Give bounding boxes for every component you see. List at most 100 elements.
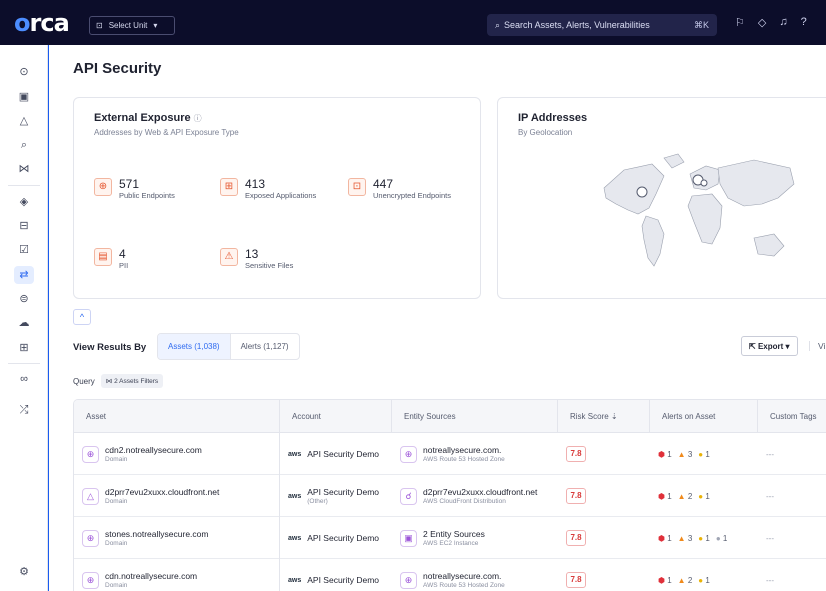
asset-type: Domain <box>105 582 128 589</box>
stat-pii[interactable]: ▤ 4 PII <box>94 248 128 270</box>
table-row[interactable]: ⊕ cdn2.notreallysecure.com Domain aws API… <box>74 433 826 475</box>
source-type: AWS CloudFront Distribution <box>423 498 506 505</box>
export-button[interactable]: ⇱ Export ▾ <box>741 336 798 356</box>
collapse-button[interactable]: ^ <box>73 309 91 325</box>
col-asset[interactable]: Asset <box>74 400 280 433</box>
select-unit-dropdown[interactable]: ⊡ Select Unit ▾ <box>89 16 175 35</box>
aws-icon: aws <box>288 576 302 584</box>
announce-icon[interactable]: ◇ <box>758 16 766 29</box>
account-name: API Security Demo <box>307 532 380 543</box>
external-exposure-card: External Exposure ⓘ Addresses by Web & A… <box>73 97 481 299</box>
source-name[interactable]: notreallysecure.com. <box>423 571 505 581</box>
medium-count: 1 <box>705 533 710 543</box>
stat-public-endpoints[interactable]: ⊕ 571 Public Endpoints <box>94 178 175 200</box>
asset-name[interactable]: cdn2.notreallysecure.com <box>105 445 202 455</box>
col-entity-sources[interactable]: Entity Sources <box>392 400 558 433</box>
unit-label: Select Unit <box>108 21 148 30</box>
sort-icon: ⇣ <box>610 412 618 421</box>
database-icon[interactable]: ⊜ <box>14 290 34 308</box>
cloudfront-icon: ☌ <box>400 487 417 505</box>
alerts-counts[interactable]: ⬢ 1 ▲ 3 ● 1 ● 1 <box>658 534 727 543</box>
source-name[interactable]: 2 Entity Sources <box>423 529 485 539</box>
grid-icon: ⊞ <box>220 178 238 196</box>
orca-logo[interactable]: orca <box>14 9 70 37</box>
shield-icon[interactable]: ◈ <box>14 193 34 211</box>
critical-alert-icon: ⬢ <box>658 533 665 543</box>
report-icon[interactable]: ⊞ <box>14 339 34 357</box>
view-button[interactable]: Vi <box>809 341 825 351</box>
stat-value: 13 <box>245 247 259 261</box>
asset-name[interactable]: stones.notreallysecure.com <box>105 529 208 539</box>
source-name[interactable]: d2prr7evu2xuxx.cloudfront.net <box>423 487 537 497</box>
account-name: API Security Demo <box>307 448 380 459</box>
link-icon[interactable]: ∞ <box>14 370 34 388</box>
main-content: API Security External Exposure ⓘ Address… <box>49 45 826 591</box>
bell-icon[interactable]: ♫ <box>779 16 787 29</box>
filter-icon: ⋈ <box>105 378 113 385</box>
tab-alerts[interactable]: Alerts (1,127) <box>231 334 299 359</box>
medium-count: 1 <box>705 491 710 501</box>
alert-icon[interactable]: △ <box>14 112 34 130</box>
flag-icon[interactable]: ⚐ <box>735 16 745 29</box>
world-map[interactable] <box>594 148 804 283</box>
top-bar: orca ⊡ Select Unit ▾ ⌕ Search Assets, Alert… <box>0 0 826 45</box>
account-name: API Security Demo <box>307 487 380 497</box>
stat-value: 571 <box>119 177 140 191</box>
high-count: 2 <box>687 491 693 501</box>
stat-label: PII <box>119 261 129 270</box>
view-tabs: Assets (1,038) Alerts (1,127) <box>157 333 300 360</box>
custom-tags-value: --- <box>766 449 774 459</box>
table-row[interactable]: ⊕ cdn.notreallysecure.com Domain aws API … <box>74 559 826 591</box>
stat-unencrypted-endpoints[interactable]: ⊡ 447 Unencrypted Endpoints <box>348 178 451 200</box>
globe-icon: ⊕ <box>400 571 417 589</box>
alerts-counts[interactable]: ⬢ 1 ▲ 2 ● 1 <box>658 576 710 585</box>
unlock-icon: ⊡ <box>348 178 366 196</box>
table-row[interactable]: ⊕ stones.notreallysecure.com Domain aws A… <box>74 517 826 559</box>
export-label: Export <box>757 342 784 351</box>
medium-count: 1 <box>705 449 710 459</box>
medium-alert-icon: ● <box>698 575 704 585</box>
filter-chip[interactable]: ⋈ 2 Assets Filters <box>100 374 164 388</box>
asset-name[interactable]: cdn.notreallysecure.com <box>105 571 197 581</box>
custom-tags-value: --- <box>766 575 774 585</box>
asset-type: Domain <box>105 540 128 547</box>
domain-icon: △ <box>82 487 99 505</box>
settings-icon[interactable]: ⚙ <box>14 563 34 581</box>
chevron-down-icon: ▾ <box>785 342 790 351</box>
package-icon[interactable]: ⊟ <box>14 217 34 235</box>
stat-value: 4 <box>119 247 126 261</box>
stat-sensitive-files[interactable]: ⚠ 13 Sensitive Files <box>220 248 293 270</box>
table-row[interactable]: △ d2prr7evu2xuxx.cloudfront.net Domain aw… <box>74 475 826 517</box>
high-count: 3 <box>687 533 693 543</box>
api-icon[interactable]: ⇄ <box>14 266 34 284</box>
dashboard-icon[interactable]: ▣ <box>14 88 34 106</box>
search-placeholder: Search Assets, Alerts, Vulnerabilities <box>504 20 650 30</box>
source-name[interactable]: notreallysecure.com. <box>423 445 505 455</box>
cloud-icon[interactable]: ☁ <box>14 314 34 332</box>
stat-exposed-applications[interactable]: ⊞ 413 Exposed Applications <box>220 178 316 200</box>
map-marker[interactable] <box>636 186 648 198</box>
sidebar: ⊙ ▣ △ ⌕ ⋈ ◈ ⊟ ☑ ⇄ ⊜ ☁ ⊞ ∞ ⤮ ⚙ <box>0 45 48 591</box>
col-account[interactable]: Account <box>280 400 392 433</box>
global-search[interactable]: ⌕ Search Assets, Alerts, Vulnerabilities ⌘… <box>487 14 717 36</box>
low-count: 1 <box>722 533 728 543</box>
tab-assets[interactable]: Assets (1,038) <box>158 334 231 359</box>
checklist-icon[interactable]: ☑ <box>14 241 34 259</box>
search-nav-icon[interactable]: ⌕ <box>14 136 34 154</box>
help-icon[interactable]: ? <box>801 16 807 29</box>
alerts-counts[interactable]: ⬢ 1 ▲ 2 ● 1 <box>658 492 710 501</box>
graph-icon[interactable]: ⋈ <box>14 160 34 178</box>
col-alerts[interactable]: Alerts on Asset <box>650 400 758 433</box>
map-marker[interactable] <box>700 179 708 187</box>
col-custom-tags[interactable]: Custom Tags <box>758 400 826 433</box>
info-icon[interactable]: ⓘ <box>194 114 202 123</box>
high-alert-icon: ▲ <box>677 449 686 459</box>
ip-addresses-card: IP Addresses By Geolocation <box>497 97 826 299</box>
alerts-counts[interactable]: ⬢ 1 ▲ 3 ● 1 <box>658 450 710 459</box>
asset-name[interactable]: d2prr7evu2xuxx.cloudfront.net <box>105 487 219 497</box>
col-risk-score[interactable]: Risk Score ⇣ <box>558 400 650 433</box>
critical-count: 1 <box>667 449 672 459</box>
source-type: AWS Route 53 Hosted Zone <box>423 582 505 589</box>
lock-icon[interactable]: ⊙ <box>14 63 34 81</box>
integration-icon[interactable]: ⤮ <box>14 401 34 419</box>
